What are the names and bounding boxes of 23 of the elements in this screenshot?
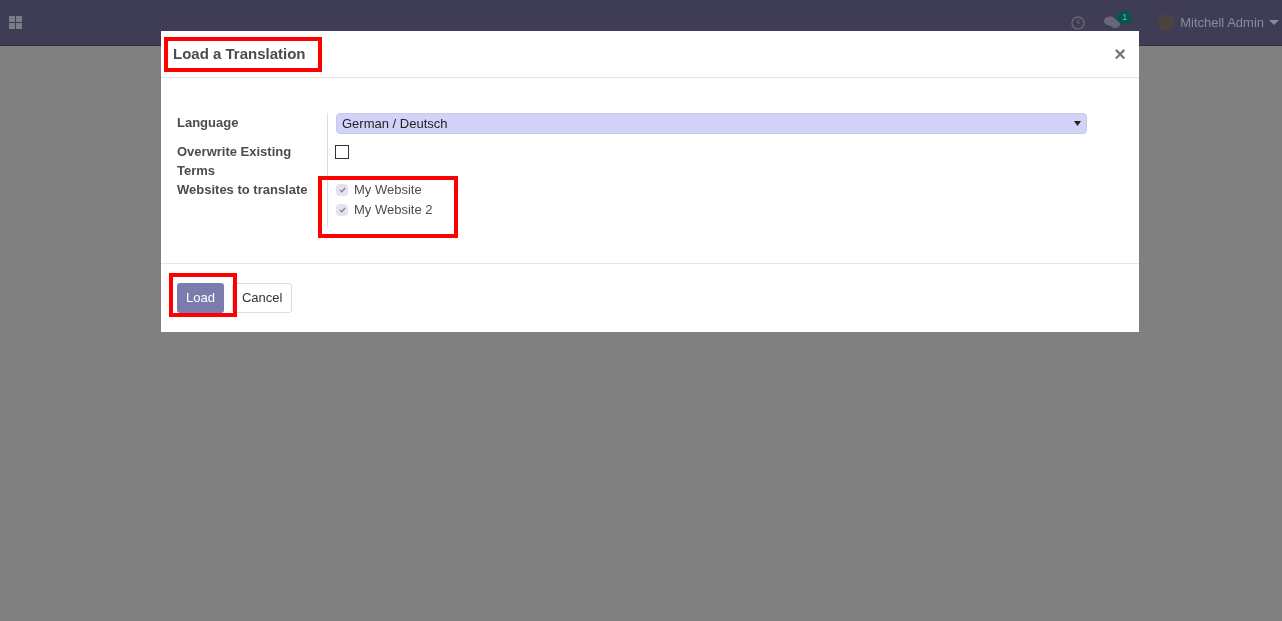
user-name[interactable]: Mitchell Admin [1180,12,1264,33]
check-icon [338,206,346,213]
field-label: Language [177,114,240,132]
cancel-button[interactable]: Cancel [231,283,293,313]
clock-icon[interactable] [1071,15,1086,30]
dropdown-caret-icon [1074,120,1081,127]
dialog-title: Load a Translation [173,45,306,63]
caret-icon[interactable] [1269,19,1279,26]
check-icon [338,186,346,193]
checkbox[interactable] [336,183,348,196]
language-select[interactable]: German / Deutsch [336,113,1087,134]
message-count-badge: 1 [1117,10,1133,24]
checkbox[interactable] [336,203,348,216]
chat-icon[interactable] [1104,16,1121,29]
apps-grid-icon[interactable] [9,16,22,29]
highlight-frame [169,273,237,317]
close-button[interactable]: × [1114,44,1126,64]
field-label: Websites to translate [177,181,309,199]
website-option-label: My Website 2 [354,200,433,219]
website-option-label: My Website [354,180,422,199]
checkbox[interactable] [335,145,349,159]
field-label: Overwrite Existing Terms [177,143,293,180]
load-button[interactable]: Load [177,283,224,313]
